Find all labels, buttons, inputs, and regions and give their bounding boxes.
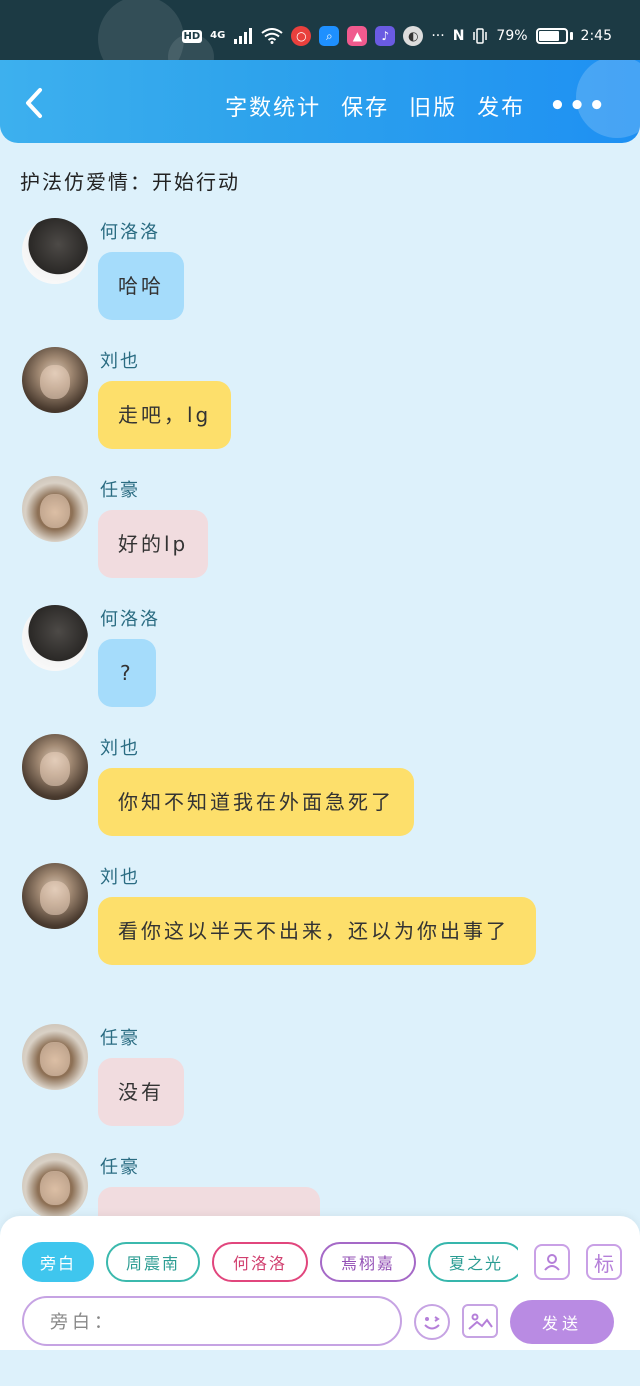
sender-name: 刘也 bbox=[100, 351, 140, 372]
battery-percent: 79% bbox=[496, 28, 528, 44]
more-notifications-icon: ··· bbox=[431, 28, 445, 44]
avatar[interactable] bbox=[22, 1024, 88, 1090]
chevron-left-icon[interactable] bbox=[20, 86, 50, 120]
message-bubble[interactable]: 走吧，lg bbox=[98, 381, 232, 449]
message-bubble[interactable]: 看你这以半天不出来，还以为你出事了 bbox=[98, 897, 536, 965]
clock: 2:45 bbox=[580, 28, 612, 44]
battery-icon bbox=[535, 28, 573, 44]
avatar[interactable] bbox=[22, 605, 88, 671]
more-icon[interactable]: ••• bbox=[549, 91, 608, 121]
old-version-button[interactable]: 旧版 bbox=[409, 90, 457, 122]
role-chip-narrator[interactable]: 旁白 bbox=[22, 1242, 94, 1282]
send-button[interactable]: 发送 bbox=[510, 1300, 614, 1344]
contact-card-icon[interactable] bbox=[534, 1244, 570, 1280]
app-notification-icon: ▲ bbox=[347, 26, 368, 46]
avatar[interactable] bbox=[22, 218, 88, 284]
status-icons: HD 4G ○ ⌕ ▲ ♪ ◐ ··· N 79% 2:45 bbox=[181, 24, 612, 48]
role-chip[interactable]: 周震南 bbox=[106, 1242, 200, 1282]
sender-name: 任豪 bbox=[100, 1157, 140, 1178]
nfc-icon: N bbox=[452, 28, 465, 44]
avatar[interactable] bbox=[22, 863, 88, 929]
message-bubble[interactable]: ? bbox=[98, 639, 156, 707]
app-notification-icon: ◐ bbox=[403, 26, 424, 46]
role-chip[interactable]: 夏之光 bbox=[428, 1242, 518, 1282]
sender-name: 刘也 bbox=[100, 867, 140, 888]
sender-name: 任豪 bbox=[100, 1028, 140, 1049]
sender-name: 何洛洛 bbox=[100, 222, 160, 243]
avatar[interactable] bbox=[22, 347, 88, 413]
sender-name: 刘也 bbox=[100, 738, 140, 759]
role-chip[interactable]: 焉栩嘉 bbox=[320, 1242, 416, 1282]
wifi-icon bbox=[261, 28, 283, 44]
vibrate-icon bbox=[472, 28, 488, 44]
input-placeholder: 旁白： bbox=[50, 1312, 116, 1333]
sender-name: 何洛洛 bbox=[100, 609, 160, 630]
message-input[interactable]: 旁白： bbox=[22, 1296, 402, 1346]
hd-icon: HD bbox=[181, 29, 203, 43]
message-bubble[interactable]: 没有 bbox=[98, 1058, 184, 1126]
music-app-icon: ♪ bbox=[375, 26, 396, 46]
message-bubble[interactable]: 哈哈 bbox=[98, 252, 184, 320]
avatar[interactable] bbox=[22, 1153, 88, 1219]
message-bubble[interactable]: 好的lp bbox=[98, 510, 209, 578]
publish-button[interactable]: 发布 bbox=[477, 90, 525, 122]
tag-button[interactable]: 标 bbox=[586, 1244, 622, 1280]
network-type: 4G bbox=[210, 30, 226, 41]
avatar[interactable] bbox=[22, 734, 88, 800]
composer-panel: 旁白 周震南 何洛洛 焉栩嘉 夏之光 标 旁白： 发送 bbox=[0, 1216, 640, 1350]
image-icon[interactable] bbox=[462, 1304, 498, 1338]
search-app-icon: ⌕ bbox=[319, 26, 340, 46]
smile-icon[interactable] bbox=[414, 1304, 450, 1340]
app-notification-icon: ○ bbox=[291, 26, 312, 46]
status-bar: HD 4G ○ ⌕ ▲ ♪ ◐ ··· N 79% 2:45 bbox=[0, 0, 640, 82]
sender-name: 任豪 bbox=[100, 480, 140, 501]
signal-icon bbox=[233, 28, 253, 44]
role-selector: 旁白 周震南 何洛洛 焉栩嘉 夏之光 bbox=[22, 1242, 518, 1284]
chapter-title: 护法仿爱情：开始行动 bbox=[20, 170, 240, 194]
message-bubble[interactable]: 你知不知道我在外面急死了 bbox=[98, 768, 414, 836]
avatar[interactable] bbox=[22, 476, 88, 542]
save-button[interactable]: 保存 bbox=[341, 90, 389, 122]
bottom-strip bbox=[0, 1350, 640, 1386]
word-count-button[interactable]: 字数统计 bbox=[225, 90, 321, 122]
header-actions: 字数统计 保存 旧版 发布 ••• bbox=[225, 90, 608, 122]
editor-header: 字数统计 保存 旧版 发布 ••• bbox=[0, 60, 640, 143]
battery-fill bbox=[538, 31, 560, 41]
role-chip[interactable]: 何洛洛 bbox=[212, 1242, 308, 1282]
